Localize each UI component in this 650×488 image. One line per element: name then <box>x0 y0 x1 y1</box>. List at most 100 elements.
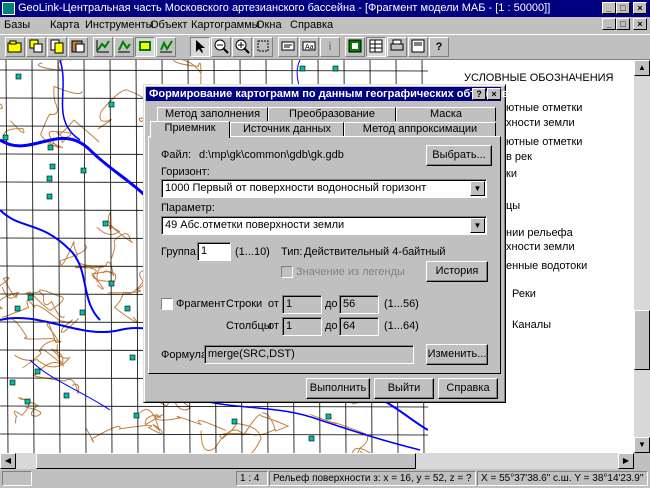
scale-icon[interactable]: Aa <box>299 37 319 57</box>
tab-transform[interactable]: Преобразование <box>268 107 396 121</box>
well-marker[interactable] <box>46 193 53 200</box>
child-close-button[interactable]: × <box>633 18 647 30</box>
window-titlebar[interactable]: GeoLink-Центральная часть Московского ар… <box>0 0 650 17</box>
well-marker[interactable] <box>133 412 140 419</box>
menu-windows[interactable]: Окна <box>256 19 282 31</box>
grid-icon[interactable] <box>345 37 365 57</box>
well-marker[interactable] <box>47 144 54 151</box>
print-preview-icon[interactable] <box>408 37 428 57</box>
legend-line: хности земли <box>506 117 575 129</box>
well-marker[interactable] <box>15 73 22 80</box>
fragment-checkbox[interactable] <box>161 298 173 310</box>
well-marker[interactable] <box>308 435 315 442</box>
chevron-down-icon[interactable]: ▼ <box>470 218 485 233</box>
well-marker[interactable] <box>332 65 339 72</box>
tab-receiver[interactable]: Приемник <box>150 121 230 138</box>
paste-icon[interactable] <box>68 37 88 57</box>
well-marker[interactable] <box>9 379 16 386</box>
well-marker[interactable] <box>63 392 70 399</box>
info-icon[interactable]: i <box>320 37 340 57</box>
pointer-icon[interactable] <box>190 37 210 57</box>
well-marker[interactable] <box>108 280 115 287</box>
well-marker[interactable] <box>129 354 136 361</box>
rows-range: (1...56) <box>384 298 419 310</box>
well-marker[interactable] <box>108 101 115 108</box>
change-button[interactable]: Изменить... <box>426 344 488 365</box>
dialog-help-button[interactable]: ? <box>472 88 486 100</box>
run-button[interactable]: Выполнить <box>306 378 370 399</box>
scroll-right-button[interactable]: ▶ <box>618 453 634 469</box>
vertical-scrollbar[interactable]: ▲ ▼ <box>634 60 650 453</box>
zoom-out-icon[interactable] <box>211 37 231 57</box>
layers-icon[interactable] <box>26 37 46 57</box>
well-marker[interactable] <box>80 167 87 174</box>
maximize-button[interactable]: □ <box>616 2 630 14</box>
well-marker[interactable] <box>102 220 109 227</box>
rows-to-input[interactable]: 56 <box>339 295 379 314</box>
minimize-button[interactable]: _ <box>602 2 616 14</box>
print-icon[interactable] <box>387 37 407 57</box>
open-icon[interactable] <box>5 37 25 57</box>
scroll-up-button[interactable]: ▲ <box>634 60 650 76</box>
chart-icon[interactable] <box>93 37 113 57</box>
status-empty <box>2 471 32 486</box>
child-restore-button[interactable]: □ <box>616 18 630 30</box>
well-marker[interactable] <box>27 294 34 301</box>
tab-fill-method[interactable]: Метод заполнения <box>157 107 268 121</box>
well-marker[interactable] <box>49 163 56 170</box>
child-minimize-button[interactable]: _ <box>602 18 616 30</box>
menu-cartograms[interactable]: Картограммы <box>191 19 260 31</box>
horizon-select[interactable]: 1000 Первый от поверхности водоносный го… <box>161 179 487 198</box>
dialog-help-button-bottom[interactable]: Справка <box>438 378 498 399</box>
tab-mask[interactable]: Маска <box>396 107 496 121</box>
menu-object[interactable]: Объект <box>150 19 187 31</box>
tab-data-source[interactable]: Источник данных <box>230 122 344 136</box>
zoom-rect-icon[interactable] <box>253 37 273 57</box>
choose-button[interactable]: Выбрать... <box>426 145 492 166</box>
chart3-icon[interactable] <box>135 37 155 57</box>
text-icon[interactable] <box>278 37 298 57</box>
vscroll-thumb[interactable] <box>634 310 650 370</box>
zoom-in-icon[interactable] <box>232 37 252 57</box>
menu-tools[interactable]: Инструменты <box>85 19 154 31</box>
legend-value-checkbox[interactable] <box>281 266 293 278</box>
hscroll-thumb[interactable] <box>36 453 416 469</box>
well-marker[interactable] <box>34 368 41 375</box>
well-marker[interactable] <box>24 398 31 405</box>
chart4-icon[interactable] <box>156 37 176 57</box>
history-button[interactable]: История <box>426 261 488 282</box>
well-marker[interactable] <box>124 305 131 312</box>
well-marker[interactable] <box>46 175 53 182</box>
param-select[interactable]: 49 Абс.отметки поверхности земли ▼ <box>161 216 487 235</box>
exit-button[interactable]: Выйти <box>374 378 434 399</box>
cols-from-input[interactable]: 1 <box>282 317 322 336</box>
well-marker[interactable] <box>14 305 21 312</box>
scroll-left-button[interactable]: ◀ <box>0 453 16 469</box>
dialog-close-button[interactable]: × <box>487 88 501 100</box>
well-marker[interactable] <box>231 418 238 425</box>
menu-bases[interactable]: Базы <box>4 19 30 31</box>
chevron-down-icon[interactable]: ▼ <box>470 181 485 196</box>
well-marker[interactable] <box>2 134 9 141</box>
formula-input[interactable]: merge(SRC,DST) <box>204 345 414 364</box>
close-button[interactable]: × <box>633 2 647 14</box>
help-icon[interactable]: ? <box>429 37 449 57</box>
cols-to-input[interactable]: 64 <box>339 317 379 336</box>
group-input[interactable]: 1 <box>197 242 231 261</box>
rows-from-input[interactable]: 1 <box>282 295 322 314</box>
dialog-titlebar[interactable]: Формирование картограмм по данным геогра… <box>146 87 509 101</box>
menu-help[interactable]: Справка <box>290 19 333 31</box>
chart2-icon[interactable] <box>114 37 134 57</box>
window-title: GeoLink-Центральная часть Московского ар… <box>18 2 551 14</box>
legend-line: цы <box>506 200 521 212</box>
table-icon[interactable] <box>366 37 386 57</box>
tab-approximation[interactable]: Метод аппроксимации <box>344 122 496 136</box>
horizontal-scrollbar[interactable]: ◀ ▶ <box>0 453 634 469</box>
well-marker[interactable] <box>79 309 86 316</box>
copy-icon[interactable] <box>47 37 67 57</box>
scroll-down-button[interactable]: ▼ <box>634 437 650 453</box>
well-marker[interactable] <box>299 65 306 72</box>
well-marker[interactable] <box>325 413 332 420</box>
app-icon <box>2 2 15 15</box>
menu-map[interactable]: Карта <box>50 19 79 31</box>
